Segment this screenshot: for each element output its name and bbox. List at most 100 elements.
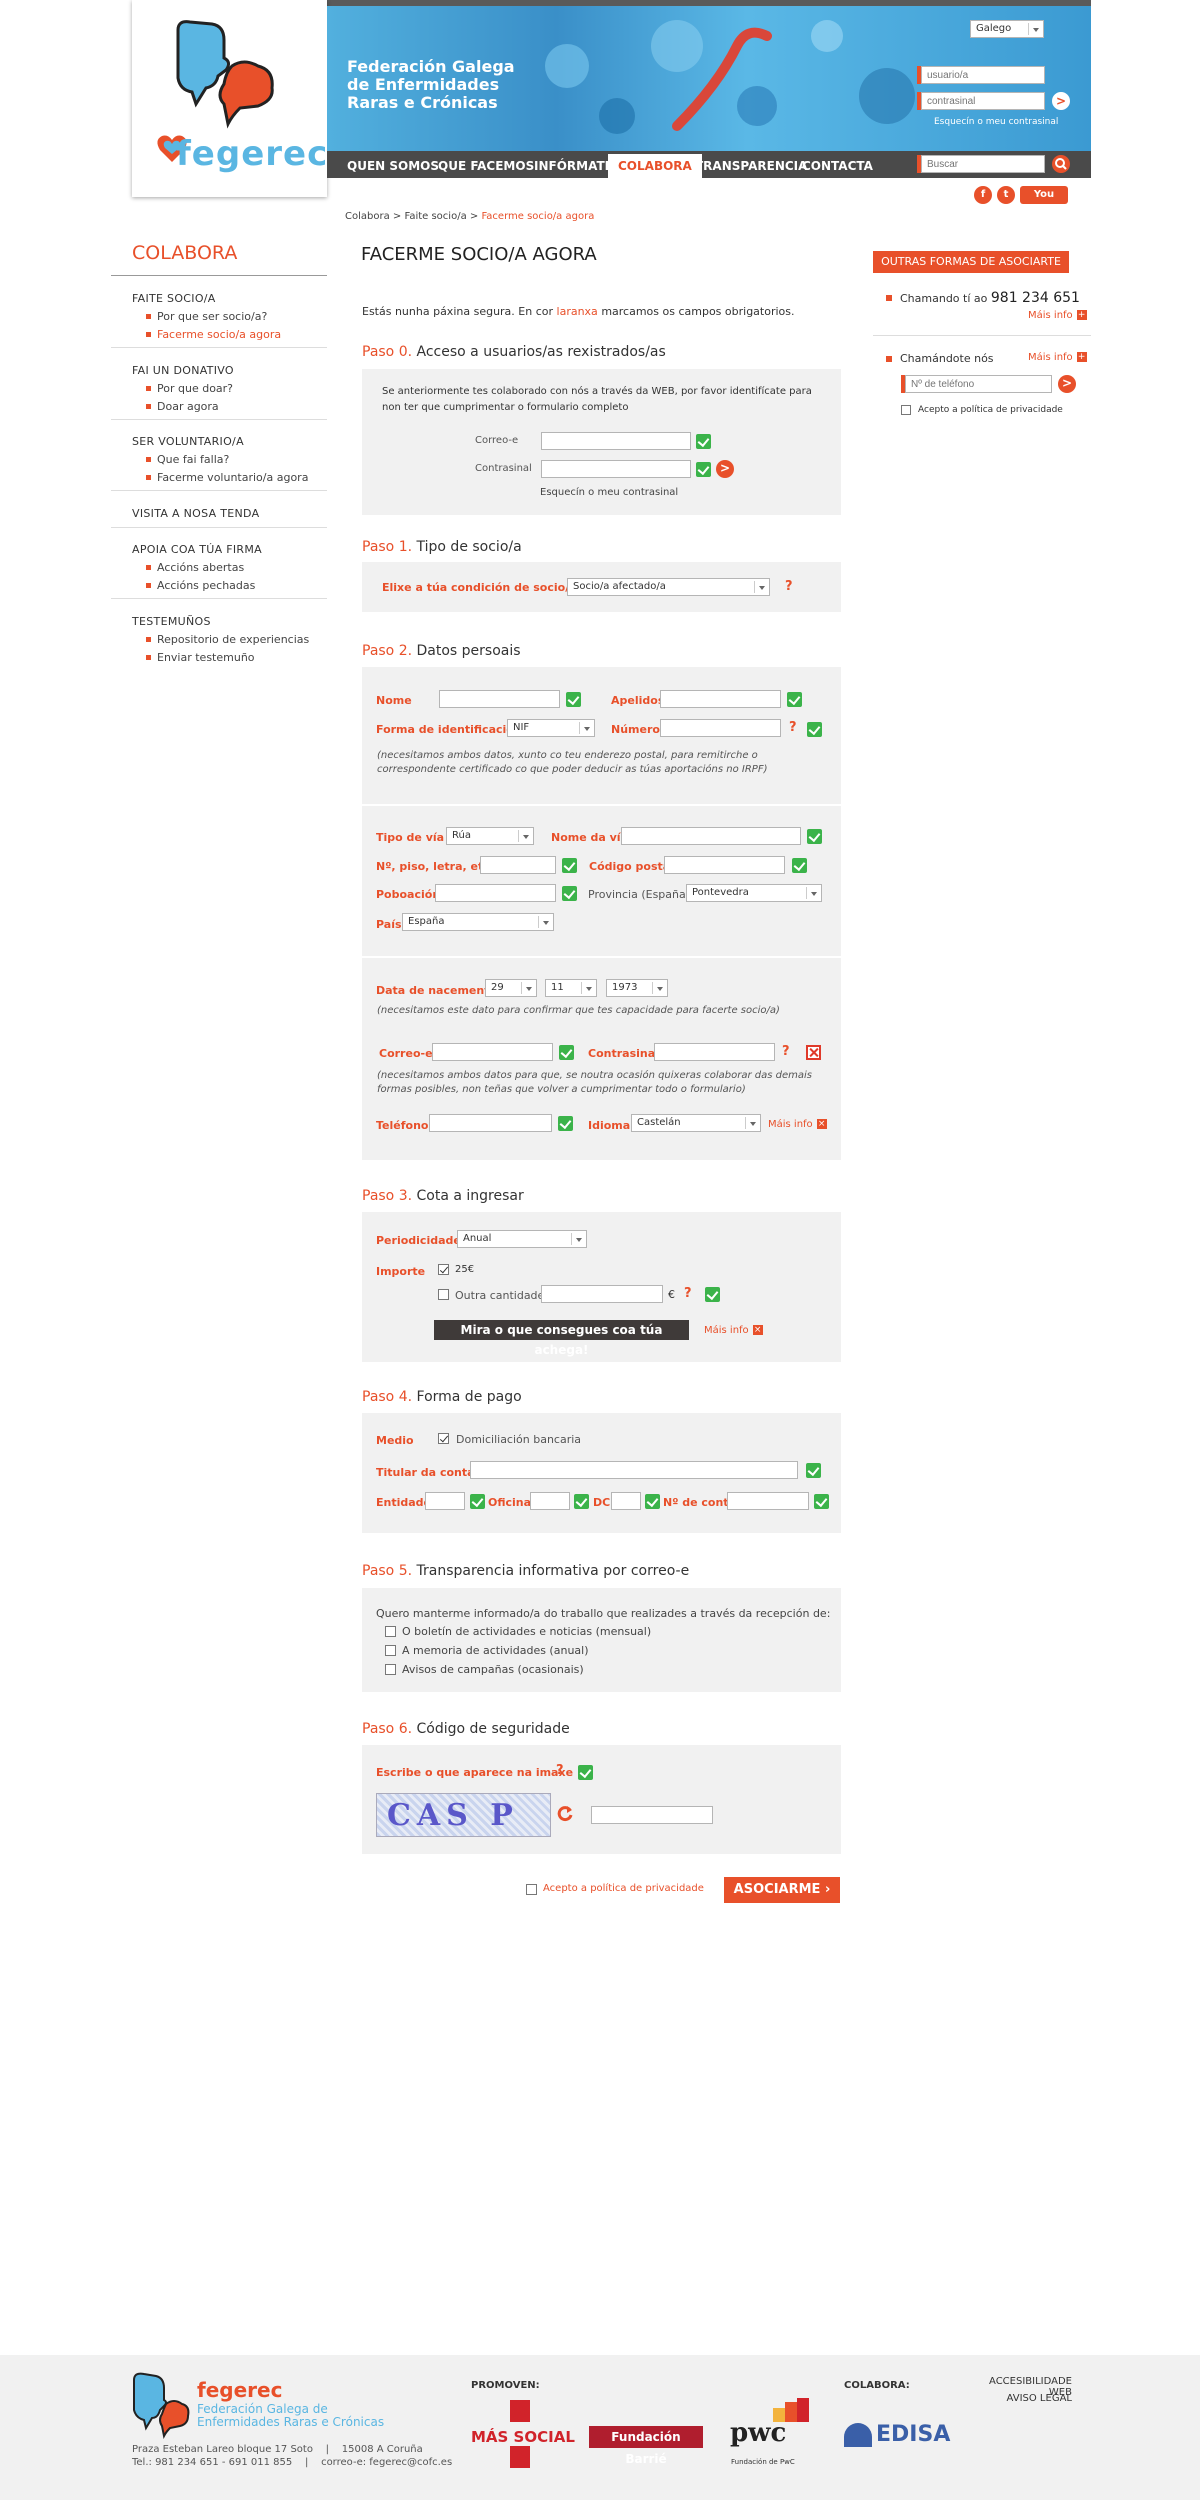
login-forgot-link[interactable]: Esquecín o meu contrasinal: [934, 117, 1058, 127]
sidebar-item-accions-pechadas[interactable]: Accións pechadas: [145, 579, 255, 592]
step3-other-amount-input[interactable]: [541, 1285, 663, 1303]
breadcrumb-colabora[interactable]: Colabora: [345, 211, 390, 222]
step2-hint-reuse: (necesitamos ambos datos para que, se no…: [377, 1070, 812, 1095]
step6-help-icon[interactable]: ?: [556, 1763, 564, 1778]
step0-submit-button[interactable]: >: [716, 460, 734, 478]
nav-contacta[interactable]: CONTACTA: [792, 154, 883, 178]
step2-piso-input[interactable]: [480, 856, 556, 874]
step3-mais-info-link[interactable]: Máis info ×: [704, 1325, 763, 1336]
step2-provincia-select[interactable]: Pontevedra: [686, 884, 822, 902]
step4-titular-input[interactable]: [470, 1461, 798, 1479]
step2-pass-help-icon[interactable]: ?: [782, 1044, 790, 1059]
sidebar-item-por-que-socio[interactable]: Por que ser socio/a?: [145, 310, 267, 323]
step2-pais-select[interactable]: España: [402, 913, 554, 931]
footer-colabora-label: COLABORA:: [844, 2380, 910, 2391]
fundacion-barrie-logo[interactable]: Fundación Barrié: [589, 2426, 703, 2466]
step2-forma-id-select[interactable]: NIF: [507, 719, 595, 737]
breadcrumb-faite-socio[interactable]: Faite socio/a: [404, 211, 466, 222]
step5-boletin-label: O boletín de actividades e noticias (men…: [402, 1625, 652, 1638]
step0-pass-input[interactable]: [541, 460, 691, 478]
step4-entidade-input[interactable]: [425, 1492, 465, 1510]
privacy-label[interactable]: Acepto a política de privacidade: [543, 1883, 704, 1894]
step2-cp-input[interactable]: [664, 856, 785, 874]
step1-help-icon[interactable]: ?: [785, 579, 793, 594]
sidebar-group-voluntario[interactable]: SER VOLUNTARIO/A: [132, 435, 244, 448]
right-privacy-checkbox[interactable]: [901, 405, 911, 415]
captcha-input[interactable]: [591, 1806, 713, 1824]
sidebar-group-tenda[interactable]: VISITA A NOSA TENDA: [132, 507, 259, 520]
step3-achega-button[interactable]: Mira o que consegues coa túa achega!: [434, 1320, 689, 1357]
mas-social-logo[interactable]: MÁS SOCIAL: [471, 2428, 575, 2446]
step2-month-select[interactable]: 11: [545, 979, 597, 997]
step2-email-input[interactable]: [432, 1043, 553, 1061]
step1-type-select[interactable]: Socio/a afectado/a: [567, 578, 770, 596]
step2-pass-input[interactable]: [654, 1043, 775, 1061]
logo-box[interactable]: fegerec: [132, 0, 327, 197]
sidebar-item-accions-abertas[interactable]: Accións abertas: [145, 561, 244, 574]
step5-avisos-checkbox[interactable]: [385, 1664, 396, 1675]
sidebar-item-que-fai-falla[interactable]: Que fai falla?: [145, 453, 229, 466]
sidebar-item-por-que-doar[interactable]: Por que doar?: [145, 382, 233, 395]
step2-tel-input[interactable]: [429, 1114, 552, 1132]
sidebar-item-repositorio[interactable]: Repositorio de experiencias: [145, 633, 309, 646]
step2-nome-input[interactable]: [439, 690, 560, 708]
search-icon[interactable]: [1052, 155, 1070, 173]
edisa-logo[interactable]: EDISA: [876, 2422, 950, 2447]
step3-25-checkbox[interactable]: [438, 1264, 449, 1275]
login-password-input[interactable]: [921, 92, 1045, 110]
right-tel-submit-button[interactable]: >: [1058, 375, 1076, 393]
step0-forgot-link[interactable]: Esquecín o meu contrasinal: [540, 487, 678, 498]
sidebar-group-faite-socio[interactable]: FAITE SOCIO/A: [132, 292, 216, 305]
step2-hint-irpf: (necesitamos ambos datos, xunto co teu e…: [377, 750, 768, 775]
step2-idioma-select[interactable]: Castelán: [631, 1114, 761, 1132]
step4-domiciliacion-checkbox[interactable]: [438, 1433, 449, 1444]
sidebar-item-doar-agora[interactable]: Doar agora: [146, 400, 219, 413]
step4-nconta-input[interactable]: [727, 1492, 809, 1510]
step0-email-input[interactable]: [541, 432, 691, 450]
step2-nome-via-input[interactable]: [621, 827, 801, 845]
pwc-logo[interactable]: pwc: [730, 2418, 786, 2448]
step2-year-select[interactable]: 1973: [606, 979, 668, 997]
facebook-icon[interactable]: f: [974, 186, 992, 204]
step2-poboacion-input[interactable]: [435, 884, 556, 902]
sidebar-item-enviar-testemuno[interactable]: Enviar testemuño: [146, 651, 255, 664]
right-privacy-label[interactable]: Acepto a política de privacidade: [918, 405, 1063, 415]
login-submit-button[interactable]: >: [1052, 92, 1070, 110]
step2-numero-input[interactable]: [660, 719, 781, 737]
step3-other-checkbox[interactable]: [438, 1289, 449, 1300]
sidebar-group-donativo[interactable]: FAI UN DONATIVO: [132, 364, 234, 377]
privacy-checkbox[interactable]: [526, 1884, 537, 1895]
step2-day-select[interactable]: 29: [485, 979, 537, 997]
step2-numero-help-icon[interactable]: ?: [789, 720, 797, 735]
youtube-icon[interactable]: You Tube: [1020, 186, 1068, 218]
logo-word: fegerec: [176, 134, 329, 174]
step5-boletin-checkbox[interactable]: [385, 1626, 396, 1637]
right-tel-input[interactable]: [905, 375, 1052, 393]
footer-logo-word[interactable]: fegerec: [197, 2378, 282, 2402]
step4-dc-input[interactable]: [611, 1492, 641, 1510]
footer-legal-link[interactable]: AVISO LEGAL: [964, 2393, 1072, 2404]
step4-oficina-input[interactable]: [530, 1492, 570, 1510]
sidebar-group-testemunos[interactable]: TESTEMUÑOS: [132, 615, 211, 628]
language-select[interactable]: Galego: [970, 20, 1044, 38]
sidebar-item-facerme-voluntario[interactable]: Facerme voluntario/a agora: [145, 471, 308, 484]
captcha-refresh-icon[interactable]: [556, 1804, 574, 1822]
edisa-icon: [844, 2423, 872, 2447]
step3-period-select[interactable]: Anual: [457, 1230, 587, 1248]
step3-help-icon[interactable]: ?: [684, 1286, 692, 1301]
right-mais-info-1[interactable]: Máis info +: [1028, 310, 1087, 321]
step4-domiciliacion-label: Domiciliación bancaria: [456, 1433, 582, 1446]
step2-tipo-via-select[interactable]: Rúa: [446, 827, 534, 845]
step2-mais-info-link[interactable]: Máis info ×: [768, 1119, 827, 1130]
step4-dc-label: DC: [593, 1496, 611, 1509]
twitter-icon[interactable]: t: [997, 186, 1015, 204]
search-input[interactable]: [921, 155, 1045, 173]
sidebar-item-facerme-socio[interactable]: Facerme socio/a agora: [145, 328, 281, 341]
step5-memoria-checkbox[interactable]: [385, 1645, 396, 1656]
submit-button[interactable]: ASOCIARME ›: [724, 1877, 840, 1903]
right-mais-info-2[interactable]: Máis info +: [1028, 352, 1087, 363]
login-username-input[interactable]: [921, 66, 1045, 84]
sidebar-group-firma[interactable]: APOIA COA TÚA FIRMA: [132, 543, 262, 556]
step6-ok-icon: [578, 1765, 593, 1780]
step2-apelidos-input[interactable]: [660, 690, 781, 708]
